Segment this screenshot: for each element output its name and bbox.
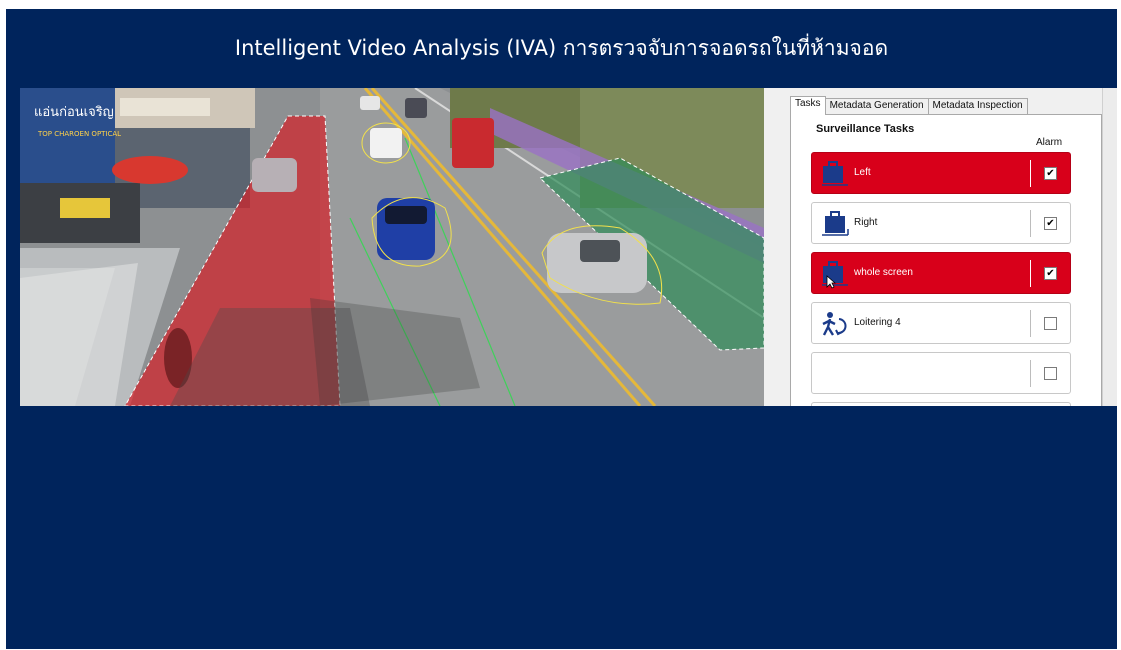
alarm-column-header: Alarm bbox=[1036, 137, 1063, 148]
camera-video-frame: แอ่นก่อนเจริญ TOP CHAROEN OPTICAL bbox=[20, 88, 764, 406]
task-separator bbox=[1030, 310, 1031, 337]
task-item-whole-screen[interactable]: whole screen ✔ bbox=[811, 252, 1071, 294]
task-item-left[interactable]: Left ✔ bbox=[811, 152, 1071, 194]
alarm-checkbox-empty[interactable] bbox=[1044, 367, 1057, 380]
shop-subsign-text: TOP CHAROEN OPTICAL bbox=[37, 130, 121, 138]
presentation-slide: Intelligent Video Analysis (IVA) การตรวจ… bbox=[6, 9, 1117, 649]
object-left-icon bbox=[822, 161, 848, 186]
task-label: Right bbox=[854, 217, 878, 228]
mouse-cursor-icon bbox=[826, 275, 836, 289]
vertical-scrollbar[interactable] bbox=[1102, 88, 1117, 406]
slide-title: Intelligent Video Analysis (IVA) การตรวจ… bbox=[234, 35, 889, 60]
surveillance-panel: Tasks Metadata Generation Metadata Inspe… bbox=[764, 88, 1117, 406]
street-scene: แอ่นก่อนเจริญ TOP CHAROEN OPTICAL bbox=[20, 88, 764, 406]
shop-sign-text: แอ่นก่อนเจริญ bbox=[34, 105, 114, 120]
umbrella bbox=[112, 156, 188, 184]
task-label: Left bbox=[854, 167, 871, 178]
task-separator bbox=[1030, 210, 1031, 237]
alarm-checkbox-loitering-4[interactable] bbox=[1044, 317, 1057, 330]
task-separator bbox=[1030, 360, 1031, 387]
alarm-checkbox-whole-screen[interactable]: ✔ bbox=[1044, 267, 1057, 280]
tab-tasks[interactable]: Tasks bbox=[790, 96, 826, 115]
section-title: Surveillance Tasks bbox=[816, 123, 915, 135]
task-separator bbox=[1030, 260, 1031, 287]
object-right-icon bbox=[822, 211, 849, 236]
tasks-tab-page: Surveillance Tasks Alarm Left ✔ Right ✔ … bbox=[790, 114, 1102, 406]
task-separator bbox=[1030, 160, 1031, 187]
tab-metadata-generation[interactable]: Metadata Generation bbox=[824, 98, 929, 115]
alarm-checkbox-left[interactable]: ✔ bbox=[1044, 167, 1057, 180]
task-item-right[interactable]: Right ✔ bbox=[811, 202, 1071, 244]
alarm-checkbox-right[interactable]: ✔ bbox=[1044, 217, 1057, 230]
car-red-truck bbox=[452, 118, 494, 168]
tab-bar: Tasks Metadata Generation Metadata Inspe… bbox=[790, 96, 1028, 115]
loitering-icon bbox=[822, 312, 847, 336]
task-label: whole screen bbox=[854, 267, 913, 278]
task-item-empty[interactable] bbox=[811, 352, 1071, 394]
tab-metadata-inspection[interactable]: Metadata Inspection bbox=[927, 98, 1028, 115]
task-item-loitering-4[interactable]: Loitering 4 bbox=[811, 302, 1071, 344]
task-label: Loitering 4 bbox=[854, 317, 901, 328]
task-item-partial[interactable] bbox=[811, 402, 1071, 406]
